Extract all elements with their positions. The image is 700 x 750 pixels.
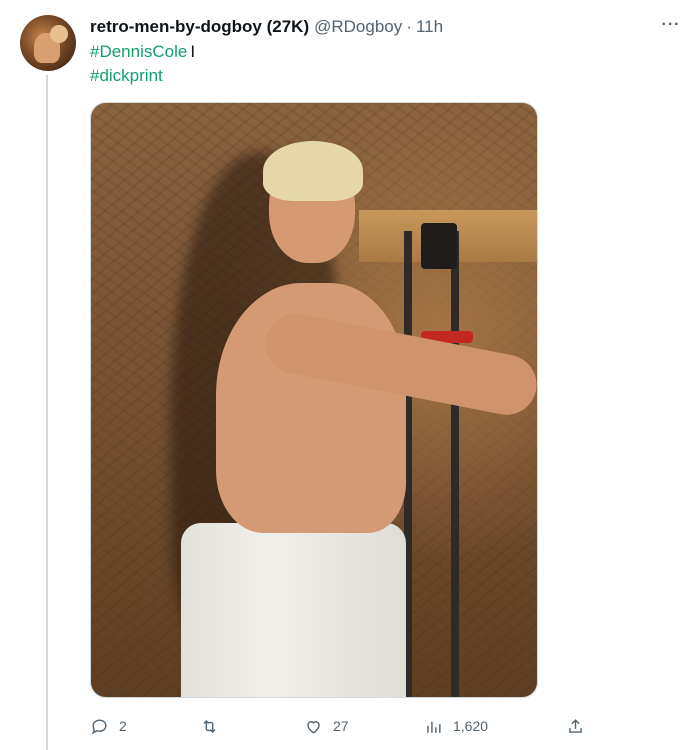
tweet-actions: 2 27 1,620: [90, 712, 590, 740]
avatar[interactable]: [20, 15, 76, 71]
photo-machine-rail-right: [451, 231, 459, 697]
display-name[interactable]: retro-men-by-dogboy (27K): [90, 17, 309, 37]
reply-button[interactable]: 2: [90, 712, 127, 740]
tweet-text-line-1: #DennisCole I: [90, 40, 195, 64]
share-icon: [569, 718, 582, 733]
share-button[interactable]: [566, 712, 585, 740]
views-count: 1,620: [453, 718, 489, 734]
views-icon: [427, 721, 441, 733]
like-button[interactable]: 27: [304, 712, 349, 740]
retweet-icon: [203, 719, 216, 733]
retweet-button[interactable]: [200, 712, 229, 740]
hashtag-dickprint[interactable]: #dickprint: [90, 66, 163, 85]
tweet-header: retro-men-by-dogboy (27K) @RDogboy · 11h: [90, 16, 443, 38]
more-icon[interactable]: ···: [660, 14, 682, 36]
hashtag-dennis-cole[interactable]: #DennisCole: [90, 42, 187, 61]
reply-count: 2: [119, 718, 127, 734]
reply-icon: [91, 718, 107, 734]
photo-hair: [263, 141, 363, 201]
tweet-text-line-2: #dickprint: [90, 64, 195, 88]
photo-machine-pulley: [421, 223, 457, 269]
like-icon: [307, 720, 320, 734]
timestamp[interactable]: 11h: [416, 17, 443, 37]
handle[interactable]: @RDogboy: [314, 17, 402, 37]
tweet-text: #DennisCole I #dickprint: [90, 40, 195, 88]
thread-line: [46, 75, 48, 750]
separator-dot: ·: [406, 17, 412, 36]
photo-pants-shading: [181, 523, 406, 697]
tweet-photo[interactable]: [90, 102, 538, 698]
tweet: retro-men-by-dogboy (27K) @RDogboy · 11h…: [0, 0, 700, 750]
like-count: 27: [333, 718, 349, 734]
text-suffix: I: [190, 42, 196, 61]
avatar-figure-head: [50, 25, 68, 43]
views-button[interactable]: 1,620: [424, 712, 488, 740]
